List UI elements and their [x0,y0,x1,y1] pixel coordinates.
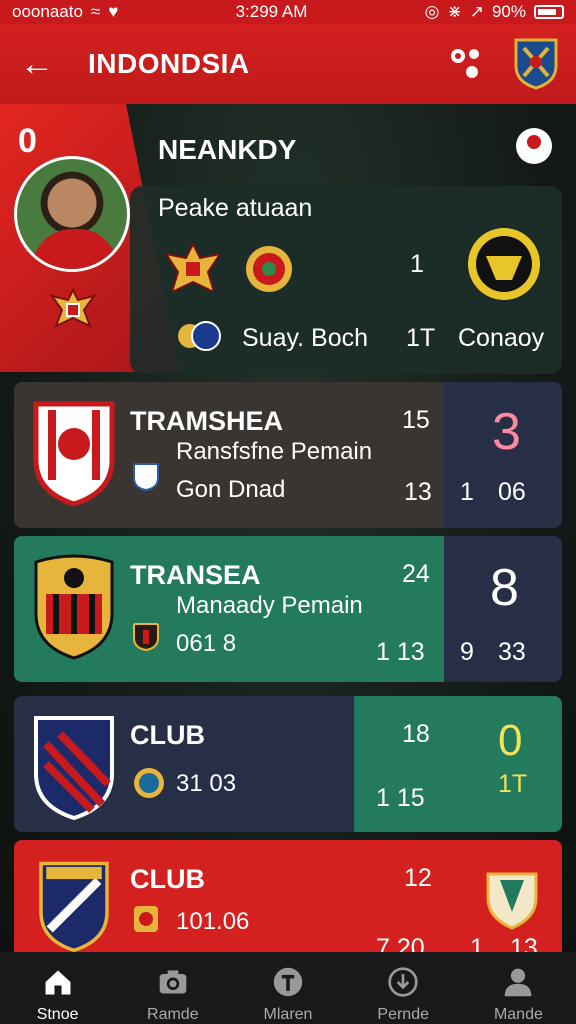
signal-icon: ↗ [469,2,484,21]
bluetooth-icon: ⋇ [447,2,462,21]
share-icon[interactable] [446,44,486,84]
row-detail: 31 03 [176,770,237,797]
row-side-value: 1T [498,770,528,798]
list-item[interactable]: TRAMSHEA Ransfsfne Pemain Gon Dnad 15 13… [14,382,562,528]
stat-value-2: 1T [406,324,436,352]
status-bar: ooonaato ≈ ♥ 3:299 AM ◎ ⋇ ↗ 90% [0,0,576,24]
row-value-2: 7 20 [376,934,425,952]
app-bar: ← INDONDSIA [0,24,576,104]
camera-icon [159,970,187,994]
tab-label: Mlaren [263,1006,313,1023]
avatar[interactable] [14,156,130,272]
trophy-icon [486,872,538,930]
club-mini-icon [178,321,221,351]
person-icon [505,968,532,997]
club-mini-icon [134,906,158,932]
tab-home[interactable]: Stnoe [0,952,115,1024]
row-subtitle: Manaady Pemain [176,592,363,619]
tab-label: Ramde [147,1006,199,1023]
row-subtitle: Ransfsfne Pemain [176,438,373,465]
row-title: CLUB [130,864,205,894]
row-title: TRAMSHEA [130,406,283,436]
card-label: Peake atuaan [158,194,313,222]
player-hero: 0 NEANKDY Peake atuaan 1 Suay. Boch 1T C… [0,104,576,376]
row-side-value-2: 13 [510,934,538,952]
club-logo-icon [33,401,115,506]
club-badge-icon [246,246,292,292]
row-title: TRANSEA [130,560,261,590]
row-value-2: 13 [404,478,432,506]
row-value: 12 [404,864,432,892]
row-value-2: 1 15 [376,784,425,812]
home-icon [45,970,71,995]
opponent-badge-icon [468,228,540,300]
row-value-2: 1 13 [376,638,425,666]
page-title: INDONDSIA [88,48,250,79]
garuda-badge-icon [163,241,223,294]
garuda-emblem-icon [49,287,97,328]
download-icon [388,967,418,997]
heart-icon: ♥ [108,2,119,21]
row-detail: 061 8 [176,630,237,657]
tab-label: Mande [493,1006,543,1023]
rank-number: 0 [18,122,37,160]
club-name: Suay. Boch [242,324,369,352]
club-logo-icon [39,861,109,952]
row-side-value-2: 06 [498,478,526,506]
info-icon [273,967,303,997]
player-name: NEANKDY [158,134,297,165]
tab-ramde[interactable]: Ramde [115,952,230,1024]
stat-value: 1 [410,250,424,278]
row-highlight: 8 [490,559,519,617]
club-name-2: Conaoy [458,324,545,352]
row-detail: Gon Dnad [176,476,286,503]
list-item[interactable]: CLUB 31 03 18 1 15 0 1T [14,696,562,832]
tab-mlaren[interactable]: Mlaren [230,952,345,1024]
row-side-value: 9 [460,638,474,666]
club-mini-icon [134,768,164,798]
row-highlight: 3 [492,403,521,461]
club-logo-icon [34,716,114,820]
tab-label: Pernde [377,1006,429,1023]
club-logo-icon [34,554,114,660]
club-mini-icon [133,463,159,492]
club-mini-icon [133,623,159,652]
row-value: 24 [402,560,430,588]
tab-pernde[interactable]: Pernde [346,952,461,1024]
row-value: 15 [402,406,430,434]
row-side-value: 1 [470,934,484,952]
battery-percent: 90% [491,2,526,21]
bottom-tab-bar: Stnoe Ramde Mlaren Pernde Mande [0,952,576,1024]
row-side-value-2: 33 [498,638,526,666]
player-summary-card[interactable]: Peake atuaan 1 Suay. Boch 1T Conaoy [130,186,562,374]
profile-icon[interactable] [516,128,552,164]
row-value: 18 [402,720,430,748]
list-item[interactable]: TRANSEA Manaady Pemain 061 8 24 1 13 8 9… [14,536,562,682]
row-detail: 101.06 [176,908,250,935]
list-item[interactable]: CLUB 101.06 12 7 20 1 13 [14,840,562,952]
row-highlight: 0 [498,716,523,765]
arrow-left-icon[interactable]: ← [20,45,60,84]
wifi-icon: ≈ [90,2,101,21]
clock: 3:299 AM [235,2,308,21]
alarm-icon: ◎ [424,2,440,21]
row-title: CLUB [130,720,205,750]
carrier-label: ooonaato [12,2,83,21]
row-side-value: 1 [460,478,474,506]
battery-icon [533,5,564,19]
tab-mande[interactable]: Mande [461,952,576,1024]
tab-label: Stnoe [36,1006,79,1023]
team-crest-icon[interactable] [512,36,560,90]
